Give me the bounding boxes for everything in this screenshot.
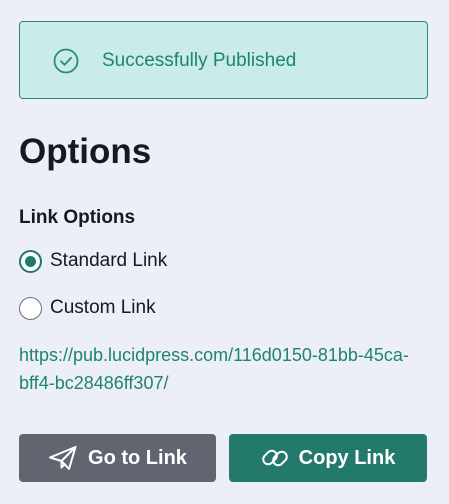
success-alert: Successfully Published — [19, 21, 428, 99]
paper-plane-icon — [49, 446, 77, 470]
go-to-link-button[interactable]: Go to Link — [19, 434, 216, 482]
radio-label-custom: Custom Link — [50, 297, 156, 318]
link-options-heading: Link Options — [19, 207, 136, 228]
go-to-link-label: Go to Link — [88, 446, 187, 469]
check-circle-icon — [53, 48, 79, 74]
alert-message: Successfully Published — [102, 50, 297, 71]
radio-standard-link[interactable]: Standard Link — [19, 248, 167, 274]
copy-link-button[interactable]: Copy Link — [229, 434, 427, 482]
radio-button-unchecked[interactable] — [19, 296, 42, 320]
radio-button-checked[interactable] — [19, 249, 42, 273]
published-url[interactable]: https://pub.lucidpress.com/116d0150-81bb… — [19, 341, 419, 397]
radio-label-standard: Standard Link — [50, 250, 168, 271]
copy-link-label: Copy Link — [298, 446, 396, 469]
page-title: Options — [19, 132, 152, 171]
radio-custom-link[interactable]: Custom Link — [19, 295, 156, 321]
radio-dot — [25, 255, 36, 267]
link-icon — [261, 449, 288, 467]
